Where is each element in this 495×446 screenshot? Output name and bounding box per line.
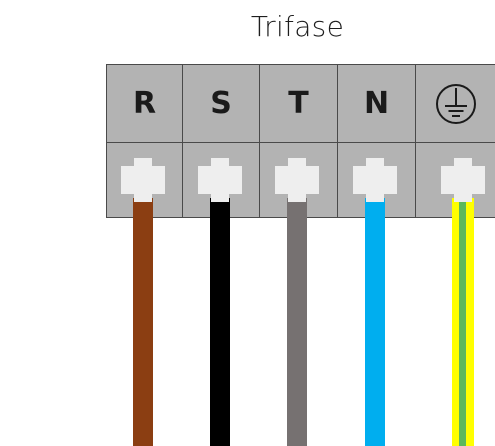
- diagram-title: Trifase: [250, 10, 345, 43]
- terminal-label-ground: [416, 65, 495, 142]
- screw-terminal-t: [275, 158, 319, 202]
- wire-ground: [452, 198, 474, 446]
- wire-r: [133, 198, 153, 446]
- wire-ground-stripe: [459, 198, 466, 446]
- terminal-label-r: R: [107, 65, 183, 142]
- screw-terminal-s: [198, 158, 242, 202]
- wire-n: [365, 198, 385, 446]
- ground-icon: [436, 83, 476, 124]
- screw-terminal-n: [353, 158, 397, 202]
- screw-terminal-ground: [441, 158, 485, 202]
- terminal-label-s: S: [183, 65, 260, 142]
- terminal-label-n: N: [338, 65, 416, 142]
- terminal-label-t: T: [260, 65, 338, 142]
- screw-terminal-r: [121, 158, 165, 202]
- wire-s: [210, 198, 230, 446]
- wire-t: [287, 198, 307, 446]
